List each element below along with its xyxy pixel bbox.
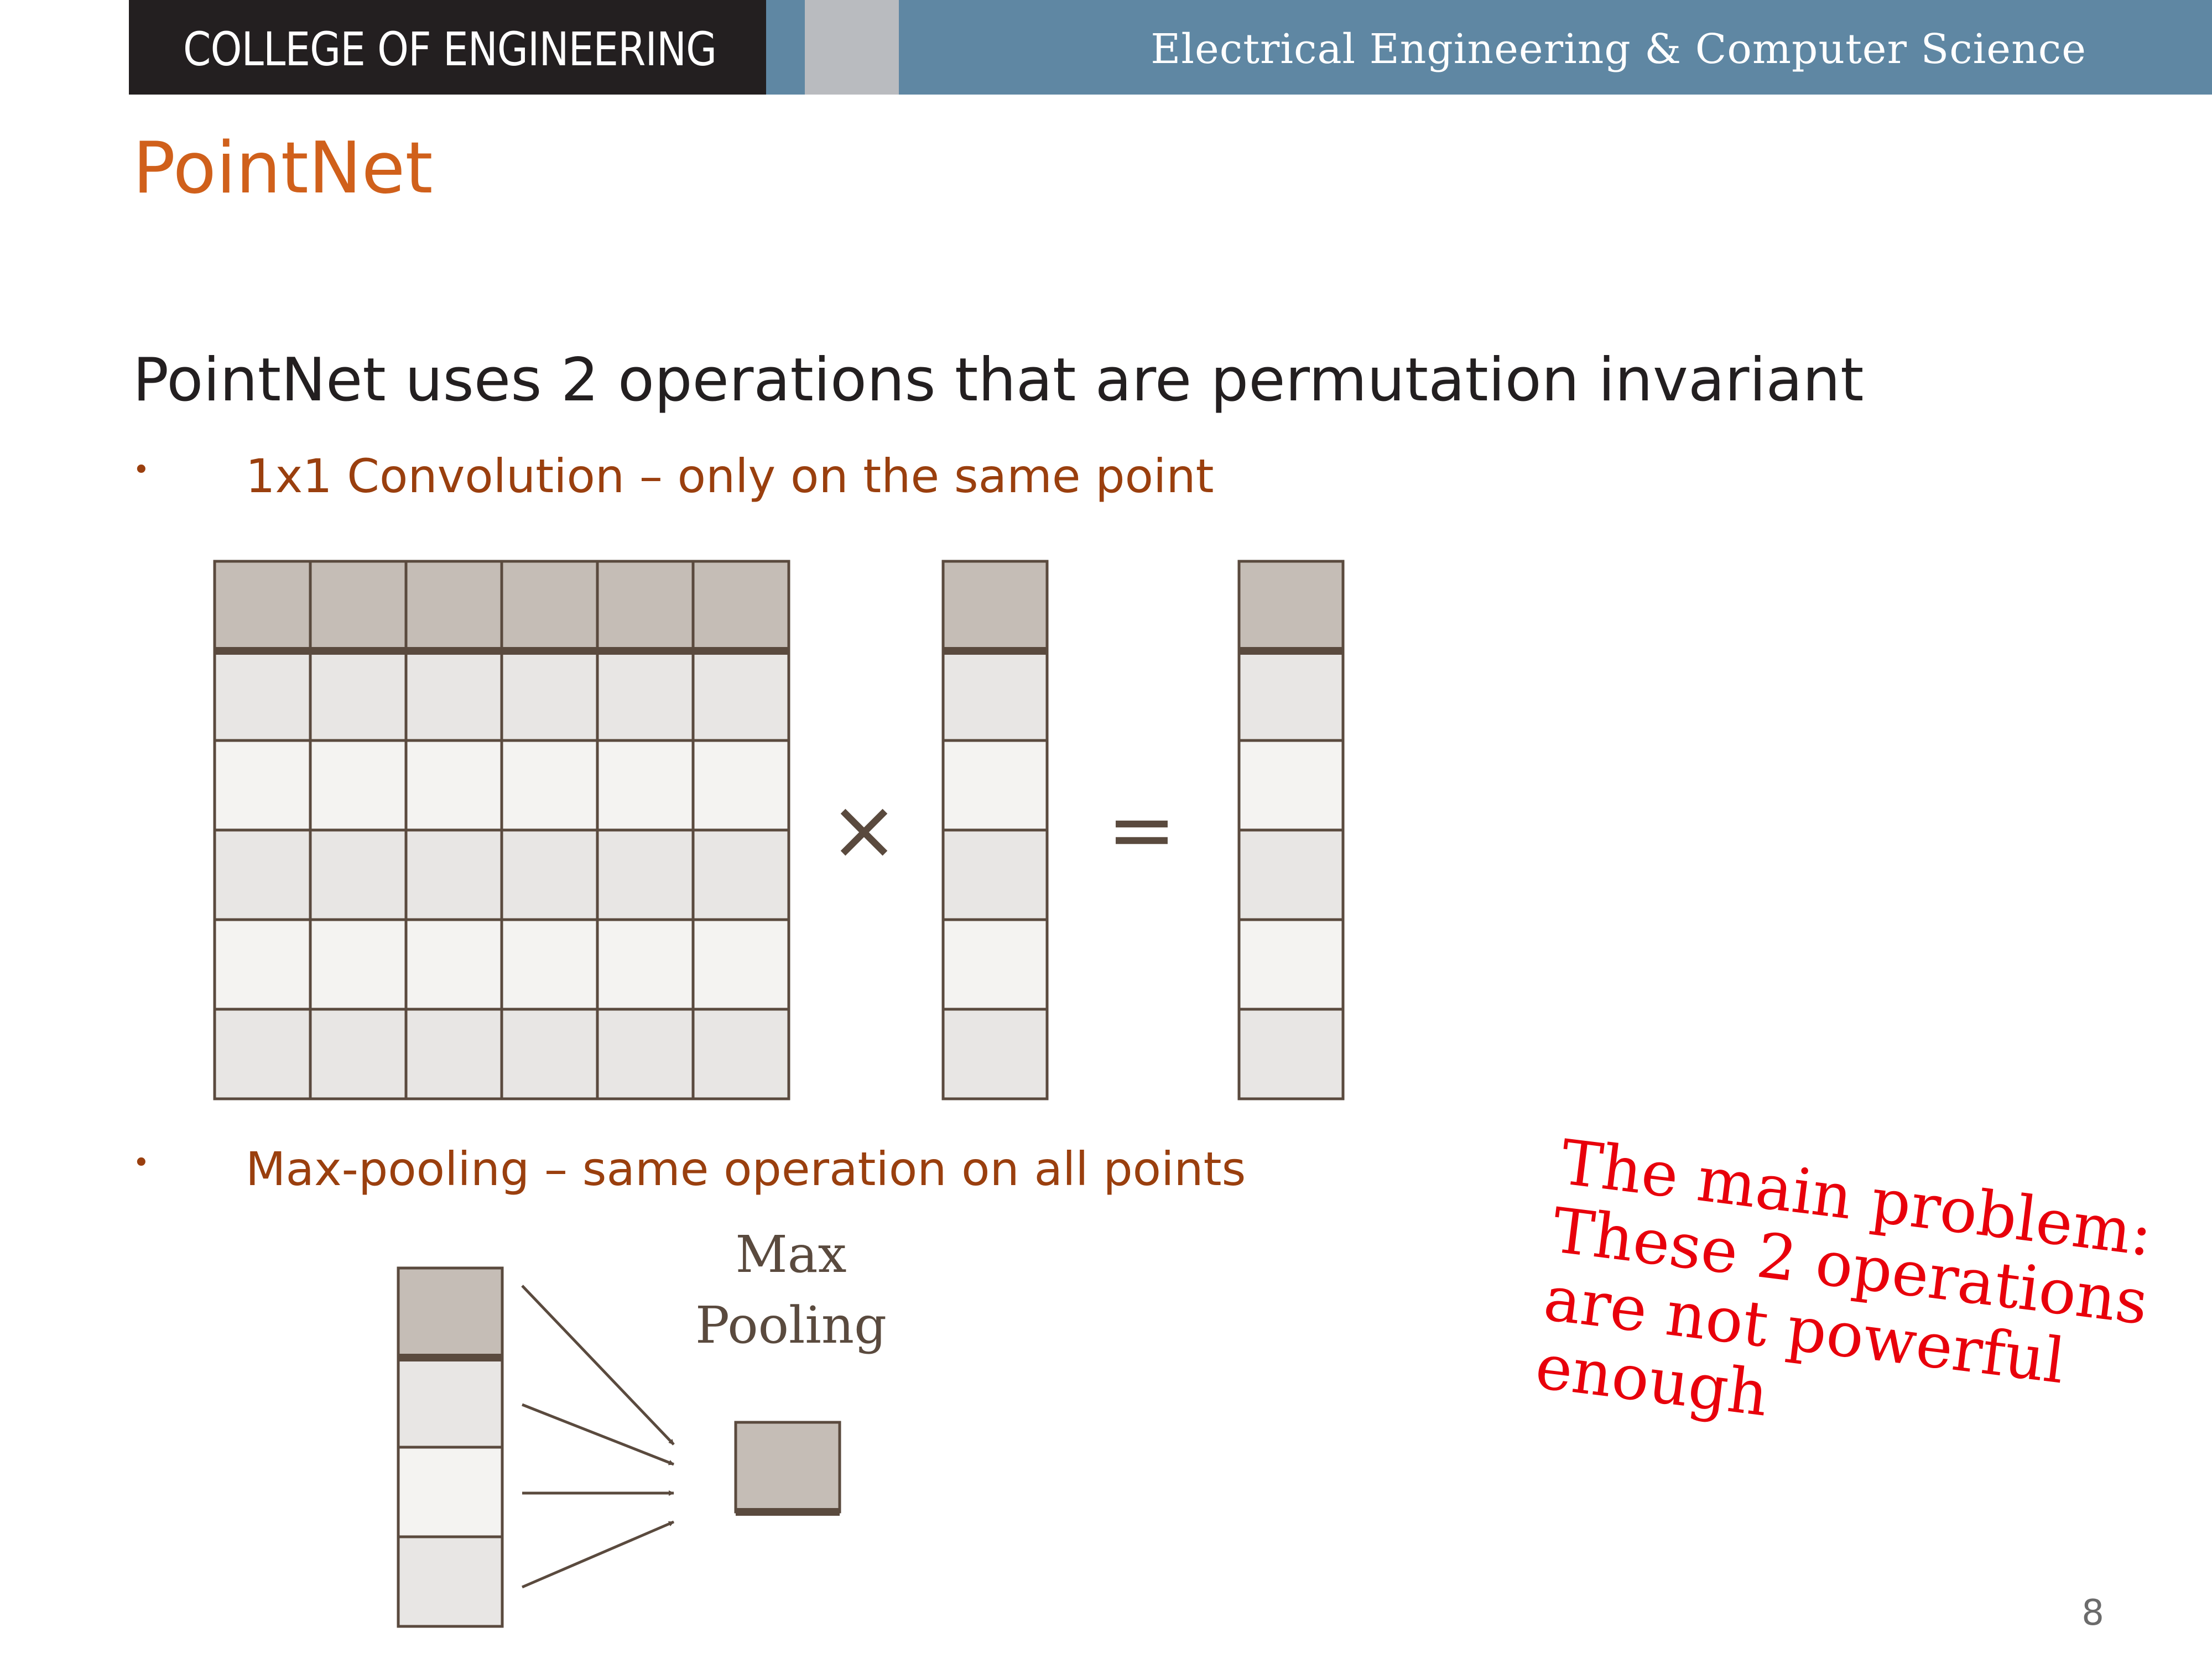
grid-header-cell (691, 560, 790, 653)
grid-header-cell (500, 560, 599, 653)
grid-cell (941, 918, 1049, 1011)
grid-cell (596, 1008, 695, 1100)
pooling-arrow (522, 1520, 674, 1589)
pooling-arrow (522, 1403, 674, 1466)
grid-cell (397, 1535, 504, 1628)
grid-cell (941, 828, 1049, 921)
grid-cell (596, 918, 695, 1011)
grid-cell (404, 1008, 503, 1100)
grid-header-cell (734, 1421, 841, 1514)
grid-cell (309, 649, 408, 742)
pooling-arrow (521, 1285, 675, 1446)
grid-cell (309, 1008, 408, 1100)
grid-header-cell (941, 560, 1049, 653)
page-number: 8 (2081, 1593, 2104, 1634)
grid-cell (691, 649, 790, 742)
grid-cell (941, 649, 1049, 742)
grid-cell (309, 828, 408, 921)
grid-cell (500, 1008, 599, 1100)
multiply-symbol: × (829, 782, 899, 878)
grid-cell (941, 739, 1049, 832)
equals-symbol: = (1107, 782, 1177, 878)
convolution-matrix (213, 560, 790, 1100)
grid-header-cell (596, 560, 695, 653)
weight-vector (941, 560, 1049, 1100)
grid-header-cell (309, 560, 408, 653)
grid-cell (596, 649, 695, 742)
pooling-arrows (521, 1285, 675, 1589)
pooling-input-vector (397, 1266, 504, 1628)
grid-cell (1237, 649, 1345, 742)
grid-header-cell (397, 1266, 504, 1359)
max-pooling-label: Max Pooling (664, 1219, 918, 1361)
grid-header-cell (1237, 560, 1345, 653)
grid-cell (404, 828, 503, 921)
grid-cell (1237, 828, 1345, 921)
grid-cell (596, 739, 695, 832)
grid-cell (941, 1008, 1049, 1100)
grid-cell (596, 828, 695, 921)
grid-cell (397, 1356, 504, 1449)
grid-cell (1237, 739, 1345, 832)
grid-cell (213, 649, 312, 742)
grid-cell (213, 739, 312, 832)
grid-cell (309, 739, 408, 832)
grid-cell (500, 739, 599, 832)
grid-cell (1237, 918, 1345, 1011)
result-vector (1237, 560, 1345, 1100)
max-pooling-label-line1: Max (735, 1225, 847, 1284)
grid-cell (397, 1446, 504, 1538)
grid-cell (404, 739, 503, 832)
max-pooling-label-line2: Pooling (695, 1296, 887, 1355)
grid-cell (500, 828, 599, 921)
pooling-output-cell (734, 1421, 841, 1516)
grid-header-cell (213, 560, 312, 653)
grid-cell (309, 918, 408, 1011)
grid-cell (213, 828, 312, 921)
grid-cell (213, 1008, 312, 1100)
grid-header-cell (404, 560, 503, 653)
grid-cell (404, 649, 503, 742)
grid-cell (1237, 1008, 1345, 1100)
grid-cell (500, 649, 599, 742)
grid-cell (691, 828, 790, 921)
grid-cell (691, 1008, 790, 1100)
grid-cell (691, 739, 790, 832)
grid-cell (691, 918, 790, 1011)
grid-cell (404, 918, 503, 1011)
grid-cell (500, 918, 599, 1011)
grid-cell (213, 918, 312, 1011)
